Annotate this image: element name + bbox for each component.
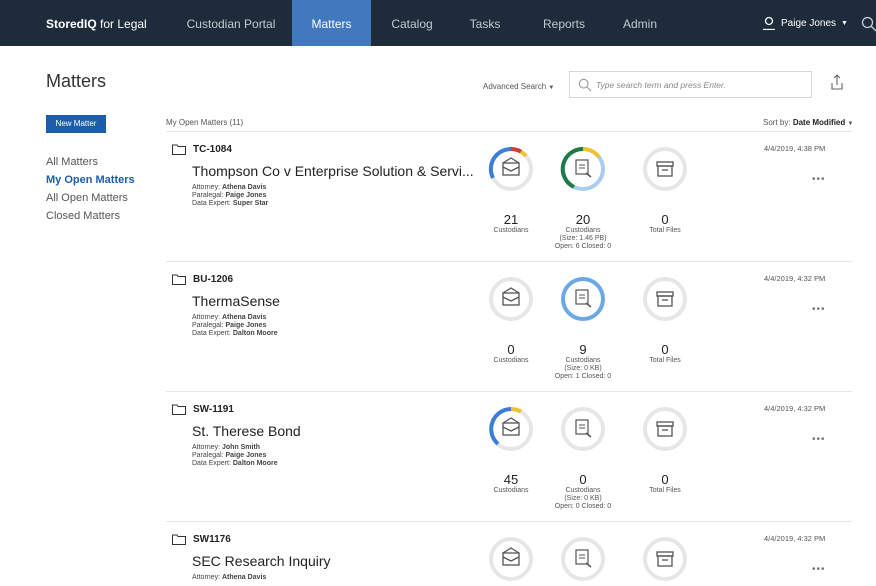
folder-icon xyxy=(172,274,186,285)
modified-date: 4/4/2019, 4:32 PM xyxy=(764,534,826,543)
new-matter-button[interactable]: New Matter xyxy=(46,115,106,133)
modified-date: 4/4/2019, 4:38 PM xyxy=(764,144,826,153)
page-title: Matters xyxy=(46,71,107,91)
search-icon[interactable] xyxy=(861,16,876,37)
search-icon xyxy=(578,78,592,92)
questionnaire-icon xyxy=(575,419,592,438)
nav-custodian-portal[interactable]: Custodian Portal xyxy=(172,0,290,46)
more-options-icon[interactable]: ••• xyxy=(812,434,826,445)
user-name: Paige Jones xyxy=(781,17,837,29)
notice-stat: 21 Custodians xyxy=(493,212,529,234)
search-placeholder: Type search term and press Enter. xyxy=(596,80,726,90)
interview-stat: 0 Custodians (Size: 0 KB) Open: 0 Closed: 0 xyxy=(554,472,612,510)
notice-status-ring[interactable] xyxy=(488,276,534,322)
envelope-icon xyxy=(502,287,520,306)
archive-box-icon xyxy=(656,291,674,307)
files-stat: 0 Total Files xyxy=(649,342,681,364)
notice-status-ring[interactable] xyxy=(488,536,534,582)
files-status-ring[interactable] xyxy=(642,146,688,192)
modified-date: 4/4/2019, 4:32 PM xyxy=(764,274,826,283)
nav-admin[interactable]: Admin xyxy=(612,0,668,46)
modified-date: 4/4/2019, 4:32 PM xyxy=(764,404,826,413)
notice-status-ring[interactable] xyxy=(488,146,534,192)
caret-down-icon: ▼ xyxy=(548,85,555,91)
interview-status-ring[interactable] xyxy=(560,276,606,322)
caret-down-icon: ▼ xyxy=(847,121,854,127)
interview-stat: 9 Custodians (Size: 0 KB) Open: 1 Closed: 0 xyxy=(554,342,612,380)
matter-id[interactable]: BU-1206 xyxy=(193,274,233,285)
more-options-icon[interactable]: ••• xyxy=(812,304,826,315)
matter-attorney: Attorney: Athena Davis xyxy=(192,314,267,321)
advanced-search-dropdown[interactable]: Advanced Search ▼ xyxy=(483,82,554,91)
sidebar-item-closed-matters[interactable]: Closed Matters xyxy=(46,210,120,222)
matter-data-expert: Data Expert: Dalton Moore xyxy=(192,330,278,337)
matter-paralegal: Paralegal: Paige Jones xyxy=(192,192,267,199)
questionnaire-icon xyxy=(575,549,592,568)
brand-logo[interactable]: StoredIQ for Legal xyxy=(46,17,147,31)
notice-stat: 0 Custodians xyxy=(493,342,529,364)
files-stat: 0 Total Files xyxy=(649,472,681,494)
more-options-icon[interactable]: ••• xyxy=(812,564,826,575)
sidebar-item-all-matters[interactable]: All Matters xyxy=(46,156,98,168)
files-status-ring[interactable] xyxy=(642,536,688,582)
matter-attorney: Attorney: John Smith xyxy=(192,444,261,451)
matter-id[interactable]: SW-1191 xyxy=(193,404,234,415)
questionnaire-icon xyxy=(575,159,592,178)
notice-status-ring[interactable] xyxy=(488,406,534,452)
matter-name[interactable]: St. Therese Bond xyxy=(192,423,301,439)
interview-status-ring[interactable] xyxy=(560,536,606,582)
files-stat: 0 Total Files xyxy=(649,212,681,234)
interview-status-ring[interactable] xyxy=(560,146,606,192)
interview-stat: 20 Custodians (Size: 1.46 PB) Open: 6 Close… xyxy=(554,212,612,250)
more-options-icon[interactable]: ••• xyxy=(812,174,826,185)
nav-catalog[interactable]: Catalog xyxy=(372,0,452,46)
matter-id[interactable]: SW1176 xyxy=(193,534,231,545)
matter-list-count: My Open Matters (11) xyxy=(166,118,244,127)
sort-dropdown[interactable]: Sort by: Date Modified ▼ xyxy=(763,118,853,127)
nav-tasks[interactable]: Tasks xyxy=(455,0,515,46)
files-status-ring[interactable] xyxy=(642,276,688,322)
matter-paralegal: Paralegal: Paige Jones xyxy=(192,322,267,329)
matter-paralegal: Paralegal: Paige Jones xyxy=(192,452,267,459)
files-status-ring[interactable] xyxy=(642,406,688,452)
sidebar-item-all-open-matters[interactable]: All Open Matters xyxy=(46,192,128,204)
user-menu[interactable]: Paige Jones ▼ xyxy=(762,16,848,30)
envelope-icon xyxy=(502,157,520,176)
archive-box-icon xyxy=(656,551,674,567)
matter-id[interactable]: TC-1084 xyxy=(193,144,232,155)
matter-attorney: Attorney: Athena Davis xyxy=(192,574,267,581)
top-navigation-bar: StoredIQ for Legal Custodian Portal Matt… xyxy=(0,0,876,46)
user-icon xyxy=(763,16,775,30)
folder-icon xyxy=(172,144,186,155)
folder-icon xyxy=(172,534,186,545)
search-input[interactable]: Type search term and press Enter. xyxy=(569,71,812,98)
envelope-icon xyxy=(502,417,520,436)
export-icon[interactable] xyxy=(830,74,844,97)
matter-row[interactable]: BU-1206 ThermaSense Attorney: Athena Dav… xyxy=(166,261,852,391)
matter-name[interactable]: Thompson Co v Enterprise Solution & Serv… xyxy=(192,163,474,179)
interview-status-ring[interactable] xyxy=(560,406,606,452)
questionnaire-icon xyxy=(575,289,592,308)
matter-name[interactable]: SEC Research Inquiry xyxy=(192,553,331,569)
nav-matters[interactable]: Matters xyxy=(292,0,371,46)
notice-stat: 45 Custodians xyxy=(493,472,529,494)
matter-row[interactable]: SW1176 SEC Research Inquiry Attorney: At… xyxy=(166,521,852,586)
folder-icon xyxy=(172,404,186,415)
caret-down-icon: ▼ xyxy=(841,19,848,27)
sidebar-item-my-open-matters[interactable]: My Open Matters xyxy=(46,174,135,186)
matter-attorney: Attorney: Athena Davis xyxy=(192,184,267,191)
archive-box-icon xyxy=(656,161,674,177)
matter-data-expert: Data Expert: Super Star xyxy=(192,200,269,207)
matter-row[interactable]: SW-1191 St. Therese Bond Attorney: John … xyxy=(166,391,852,521)
nav-reports[interactable]: Reports xyxy=(532,0,596,46)
matter-row[interactable]: TC-1084 Thompson Co v Enterprise Solutio… xyxy=(166,131,852,261)
matter-name[interactable]: ThermaSense xyxy=(192,293,280,309)
matter-data-expert: Data Expert: Dalton Moore xyxy=(192,460,278,467)
archive-box-icon xyxy=(656,421,674,437)
envelope-icon xyxy=(502,547,520,566)
